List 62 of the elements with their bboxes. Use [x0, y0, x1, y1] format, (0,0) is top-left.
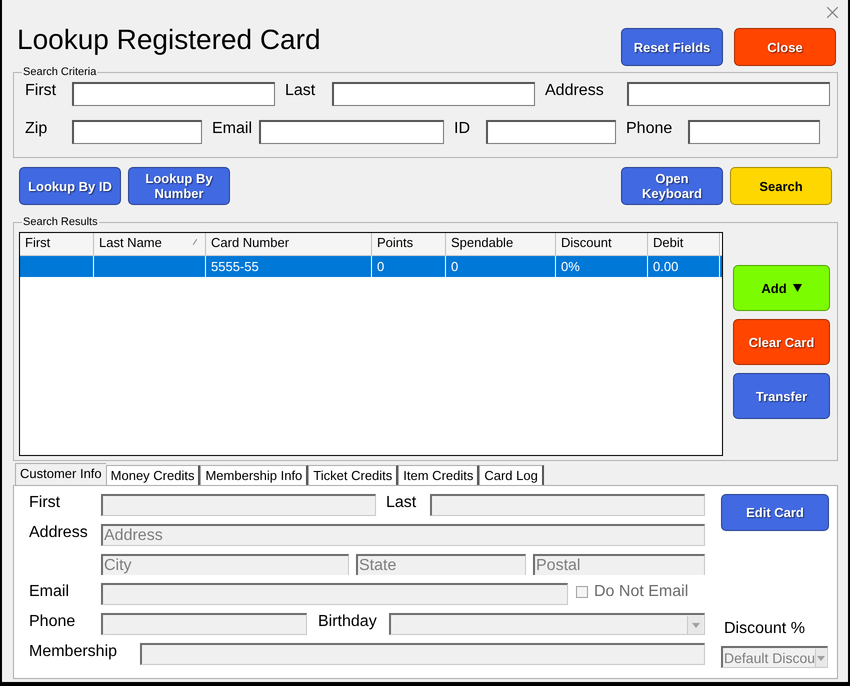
- table-cell: 0.00: [648, 256, 720, 277]
- input-field[interactable]: [688, 120, 820, 144]
- open-keyboard-button[interactable]: Open Keyboard: [621, 167, 723, 205]
- table-cell: 0: [372, 256, 446, 277]
- table-row[interactable]: 5555-55 0 0 0% 0.00: [20, 256, 722, 277]
- field-label: Phone: [29, 613, 76, 631]
- field-label: Last: [284, 82, 316, 100]
- edit-card-button[interactable]: Edit Card: [721, 494, 829, 531]
- column-header[interactable]: First: [20, 233, 94, 255]
- field-label: First: [29, 494, 62, 512]
- input-field[interactable]: [101, 494, 376, 516]
- table-cell: 0: [446, 256, 556, 277]
- reset-fields-button[interactable]: Reset Fields: [621, 28, 723, 66]
- field-label: Discount %: [723, 620, 806, 638]
- search-button[interactable]: Search: [730, 167, 832, 205]
- input-field[interactable]: [486, 120, 616, 144]
- group-title: Search Criteria: [22, 66, 98, 78]
- field-label: Last: [385, 494, 418, 512]
- add-button[interactable]: Add: [733, 265, 830, 311]
- field-label: Address: [544, 82, 605, 100]
- field-label: Membership: [29, 643, 118, 661]
- checkbox-label: Do Not Email: [594, 583, 688, 601]
- group-title: Search Results: [22, 216, 99, 228]
- tab[interactable]: Money Credits: [106, 465, 200, 485]
- column-header[interactable]: Spendable: [446, 233, 556, 255]
- column-header[interactable]: Last Name: [94, 233, 206, 255]
- close-icon[interactable]: [827, 7, 838, 18]
- window-title: Lookup Registered Card: [16, 24, 322, 56]
- tab[interactable]: Ticket Credits: [308, 465, 398, 485]
- tab[interactable]: Customer Info: [15, 463, 106, 485]
- input-field[interactable]: [627, 82, 830, 106]
- checkbox[interactable]: [576, 586, 588, 598]
- table-cell: 0%: [556, 256, 648, 277]
- field-label: Birthday: [317, 613, 378, 631]
- column-header[interactable]: Discount: [556, 233, 648, 255]
- input-field[interactable]: [101, 613, 307, 635]
- input-field[interactable]: [430, 494, 705, 516]
- field-label: Address: [29, 524, 89, 542]
- tab[interactable]: Card Log: [479, 465, 544, 485]
- column-header[interactable]: Debit: [648, 233, 720, 255]
- column-header[interactable]: Card Number: [206, 233, 372, 255]
- field-label: Phone: [625, 120, 674, 138]
- field-label: First: [25, 82, 58, 100]
- input-field[interactable]: [140, 643, 705, 665]
- input-field[interactable]: [259, 120, 444, 144]
- input-field[interactable]: [101, 583, 568, 605]
- transfer-button[interactable]: Transfer: [733, 373, 830, 419]
- lookup-by-id-button[interactable]: Lookup By ID: [19, 167, 121, 205]
- column-header[interactable]: Points: [372, 233, 446, 255]
- field-label: Email: [211, 120, 254, 138]
- table-cell: 5555-55: [206, 256, 372, 277]
- field-label: ID: [453, 120, 471, 138]
- birthday-dropdown[interactable]: [389, 613, 705, 635]
- field-label: Email: [29, 583, 70, 601]
- tab[interactable]: Membership Info: [200, 465, 308, 485]
- dropdown-value: Default Discou: [724, 649, 816, 666]
- input-field[interactable]: [332, 82, 535, 106]
- field-label: Zip: [25, 120, 48, 138]
- lookup-by-number-button[interactable]: Lookup By Number: [128, 167, 230, 205]
- input-field[interactable]: [72, 82, 275, 106]
- tab[interactable]: Item Credits: [398, 465, 480, 485]
- input-field[interactable]: [72, 120, 202, 144]
